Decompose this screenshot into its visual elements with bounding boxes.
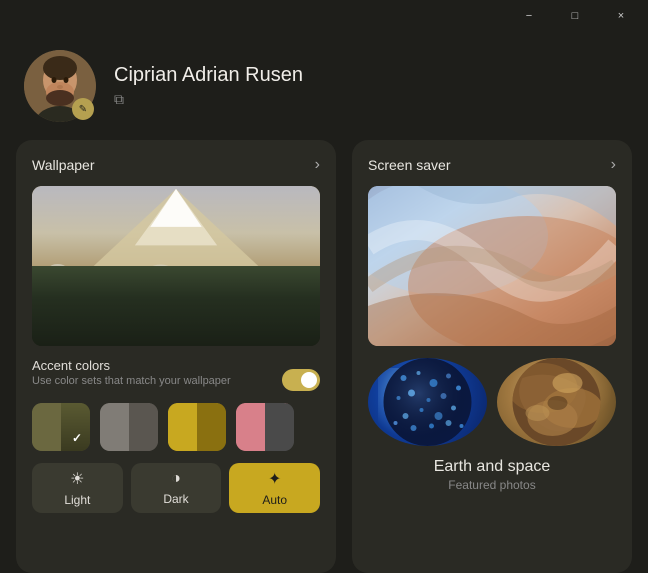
wallpaper-image-svg bbox=[32, 186, 320, 346]
screensaver-card-header: Screen saver › bbox=[368, 156, 616, 174]
auto-icon: ✦ bbox=[268, 469, 281, 489]
accent-colors-desc: Use color sets that match your wallpaper bbox=[32, 375, 231, 387]
color-swatch-1[interactable] bbox=[32, 403, 90, 451]
profile-name: Ciprian Adrian Rusen bbox=[114, 64, 303, 87]
screensaver-thumb-1[interactable] bbox=[368, 358, 487, 446]
screensaver-card-title: Screen saver bbox=[368, 157, 450, 173]
screensaver-card: Screen saver › bbox=[352, 140, 632, 573]
thumb-blue-svg bbox=[368, 358, 487, 446]
external-link-icon: ⧉ bbox=[114, 91, 124, 108]
screensaver-main-preview[interactable] bbox=[368, 186, 616, 346]
screensaver-card-arrow[interactable]: › bbox=[611, 156, 616, 174]
profile-link[interactable]: ⧉ bbox=[114, 91, 303, 108]
auto-theme-button[interactable]: ✦ Auto bbox=[229, 463, 320, 513]
accent-colors-section: Accent colors Use color sets that match … bbox=[32, 358, 320, 391]
pencil-icon: ✎ bbox=[79, 104, 87, 115]
screensaver-main-svg bbox=[368, 186, 616, 346]
wallpaper-card-title: Wallpaper bbox=[32, 157, 95, 173]
close-button[interactable]: × bbox=[598, 0, 644, 32]
titlebar: − □ × bbox=[0, 0, 648, 32]
thumb-earth-svg bbox=[497, 358, 616, 446]
light-theme-button[interactable]: ☀ Light bbox=[32, 463, 123, 513]
wallpaper-card-header: Wallpaper › bbox=[32, 156, 320, 174]
cards-container: Wallpaper › bbox=[0, 140, 648, 573]
screensaver-info: Earth and space Featured photos bbox=[368, 458, 616, 492]
dark-theme-button[interactable]: ◑ Dark bbox=[131, 463, 222, 513]
wallpaper-card-arrow[interactable]: › bbox=[315, 156, 320, 174]
wallpaper-preview[interactable] bbox=[32, 186, 320, 346]
color-swatch-3[interactable] bbox=[168, 403, 226, 451]
minimize-button[interactable]: − bbox=[506, 0, 552, 32]
dark-label: Dark bbox=[163, 492, 188, 506]
light-icon: ☀ bbox=[70, 469, 84, 489]
theme-buttons-row: ☀ Light ◑ Dark ✦ Auto bbox=[32, 463, 320, 513]
accent-colors-toggle[interactable] bbox=[282, 369, 320, 391]
swatch-2-svg bbox=[100, 403, 158, 451]
profile-section: ✎ Ciprian Adrian Rusen ⧉ bbox=[0, 32, 648, 140]
swatch-3-svg bbox=[168, 403, 226, 451]
avatar-edit-button[interactable]: ✎ bbox=[72, 98, 94, 120]
swatch-1-svg bbox=[32, 403, 90, 451]
screensaver-thumb-2[interactable] bbox=[497, 358, 616, 446]
maximize-button[interactable]: □ bbox=[552, 0, 598, 32]
light-label: Light bbox=[64, 493, 90, 507]
profile-info: Ciprian Adrian Rusen ⧉ bbox=[114, 64, 303, 108]
auto-label: Auto bbox=[262, 493, 287, 507]
dark-icon: ◑ bbox=[171, 470, 181, 488]
color-swatches-row bbox=[32, 403, 320, 451]
avatar: ✎ bbox=[24, 50, 96, 122]
color-swatch-2[interactable] bbox=[100, 403, 158, 451]
screensaver-category-sub: Featured photos bbox=[368, 478, 616, 492]
color-swatch-4[interactable] bbox=[236, 403, 294, 451]
wallpaper-card: Wallpaper › bbox=[16, 140, 336, 573]
screensaver-thumbnails bbox=[368, 358, 616, 446]
swatch-4-svg bbox=[236, 403, 294, 451]
screensaver-category-title: Earth and space bbox=[368, 458, 616, 476]
